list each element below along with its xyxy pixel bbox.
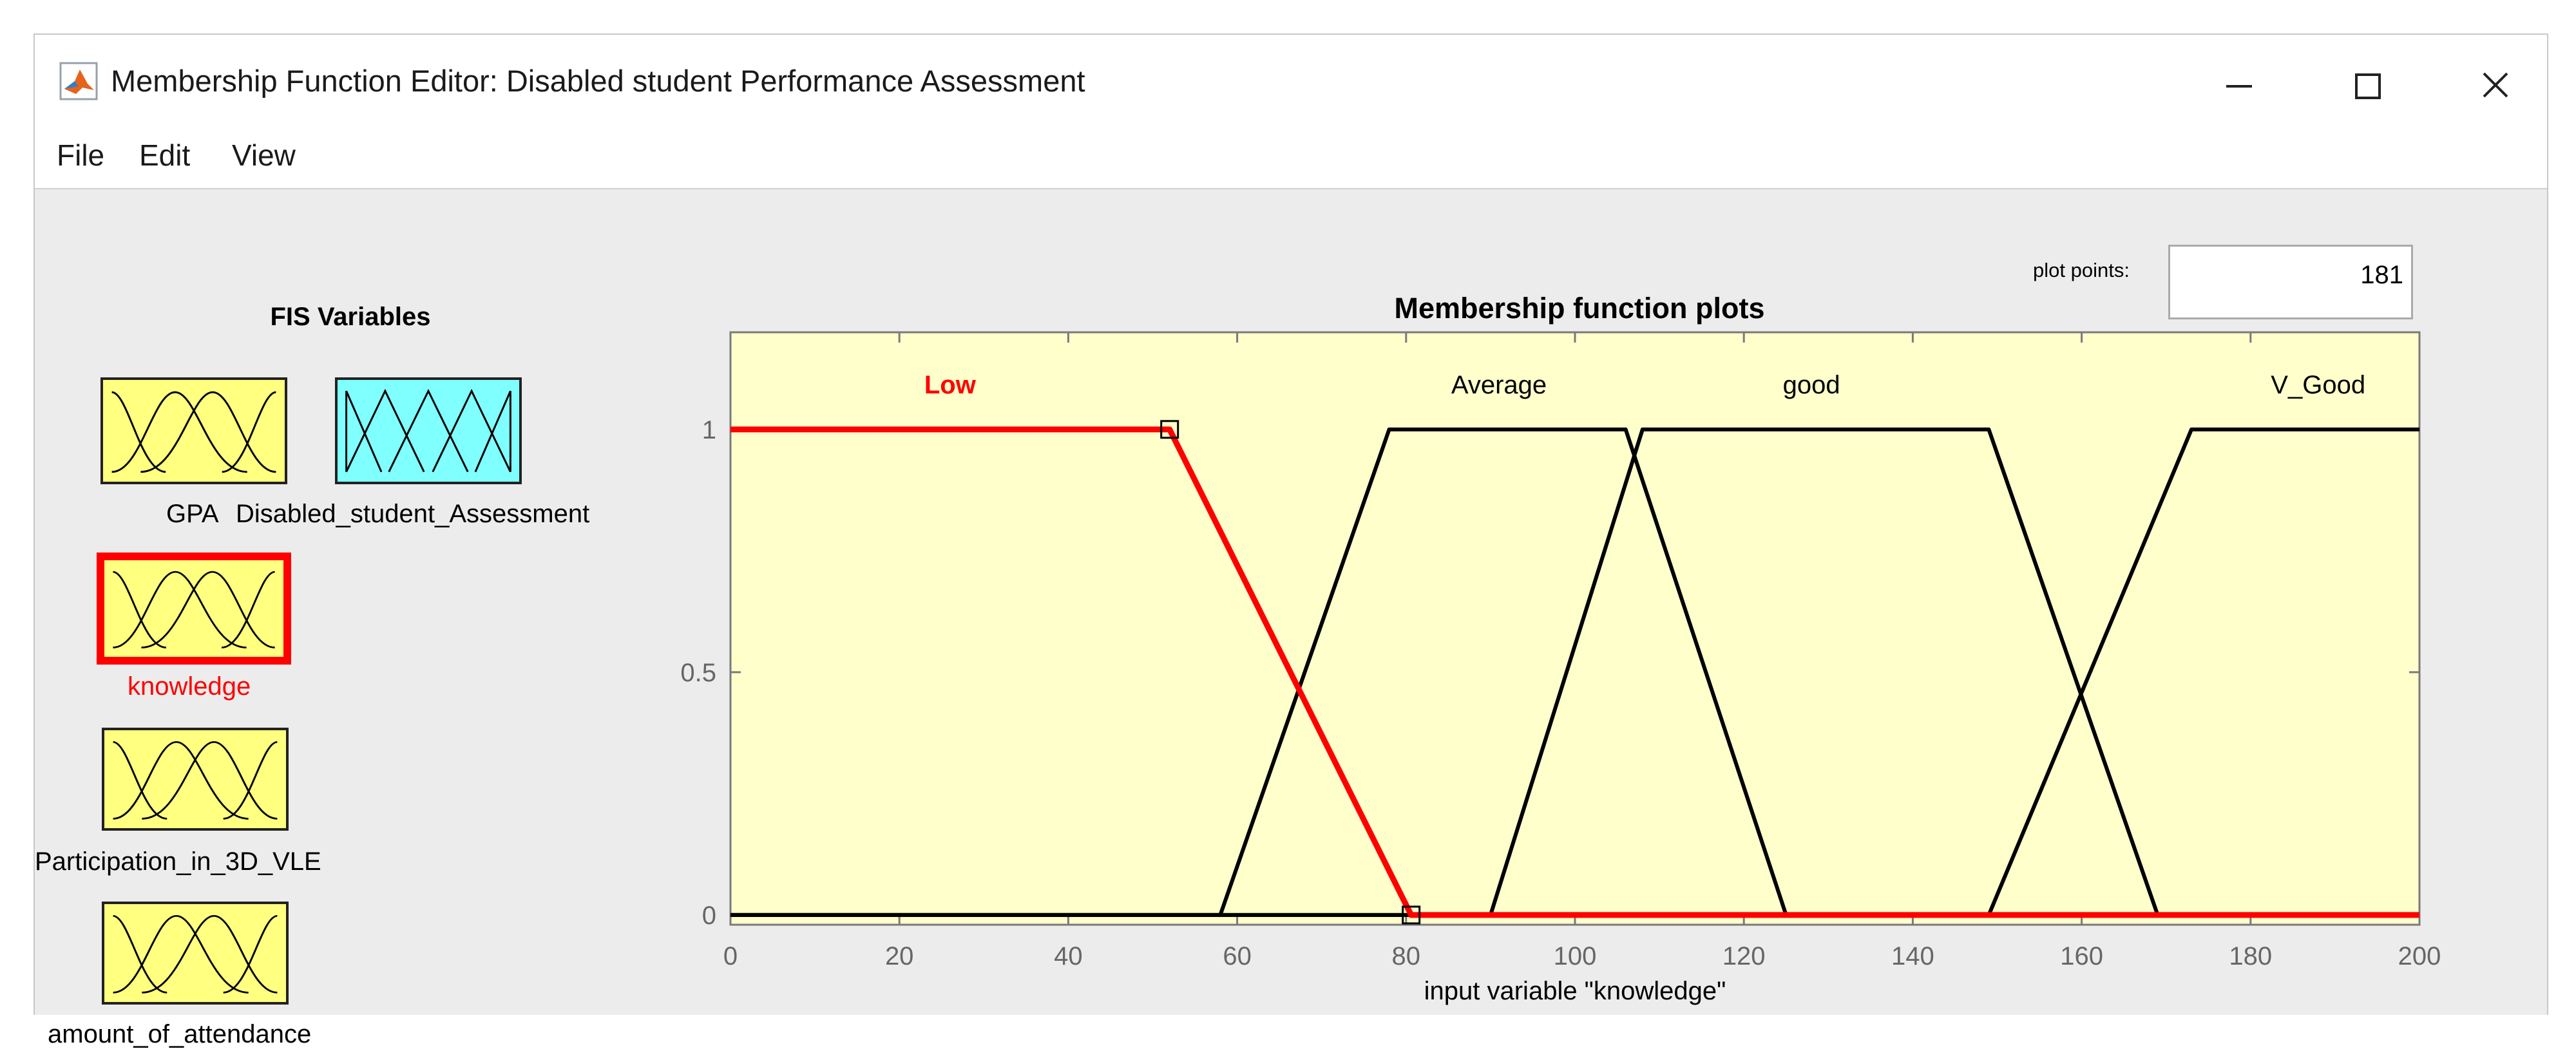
x-tick-label: 60 bbox=[1223, 942, 1252, 970]
mf-label-average[interactable]: Average bbox=[1451, 371, 1547, 399]
matlab-icon bbox=[59, 62, 98, 100]
maximize-button[interactable] bbox=[2329, 54, 2407, 118]
y-tick-label: 0.5 bbox=[680, 659, 716, 687]
editor-content: FIS Variables GPA Disabled_student_Asses… bbox=[35, 188, 2547, 1048]
title-bar[interactable]: Membership Function Editor: Disabled stu… bbox=[35, 35, 2547, 125]
minimize-button[interactable] bbox=[2200, 54, 2278, 118]
x-tick-label: 80 bbox=[1392, 942, 1421, 970]
menu-bar: File Edit View bbox=[35, 131, 2547, 183]
x-tick-label: 120 bbox=[1722, 942, 1766, 970]
y-tick-label: 0 bbox=[702, 902, 716, 930]
plot-title: Membership function plots bbox=[1394, 292, 1764, 325]
plot-area[interactable] bbox=[729, 331, 2421, 926]
membership-function-editor-window: Membership Function Editor: Disabled stu… bbox=[33, 33, 2548, 1048]
mf-label-v-good[interactable]: V_Good bbox=[2271, 371, 2365, 399]
maximize-icon bbox=[2355, 73, 2381, 99]
menu-view[interactable]: View bbox=[225, 134, 302, 176]
y-tick-label: 1 bbox=[702, 416, 716, 444]
x-tick-label: 0 bbox=[723, 942, 738, 970]
x-tick-label: 160 bbox=[2060, 942, 2103, 970]
x-tick-label: 180 bbox=[2229, 942, 2272, 970]
close-button[interactable] bbox=[2457, 54, 2534, 118]
mf-label-good[interactable]: good bbox=[1783, 371, 1840, 399]
x-tick-label: 40 bbox=[1054, 942, 1083, 970]
x-axis-label: input variable "knowledge" bbox=[1424, 977, 1726, 1005]
x-tick-label: 100 bbox=[1554, 942, 1597, 970]
close-icon bbox=[2483, 72, 2508, 98]
x-tick-label: 200 bbox=[2398, 942, 2441, 970]
x-tick-label: 140 bbox=[1891, 942, 1934, 970]
x-tick-label: 20 bbox=[885, 942, 914, 970]
menu-file[interactable]: File bbox=[50, 134, 111, 176]
window-title: Membership Function Editor: Disabled stu… bbox=[111, 64, 1085, 98]
menu-edit[interactable]: Edit bbox=[133, 134, 196, 176]
membership-function-plot[interactable]: Membership function plots 0 20 40 60 80 100 12… bbox=[35, 189, 2547, 1015]
mf-label-low[interactable]: Low bbox=[924, 371, 977, 399]
variable-label-amount-of-attendance: amount_of_attendance bbox=[48, 1020, 312, 1048]
minimize-icon bbox=[2226, 85, 2252, 88]
